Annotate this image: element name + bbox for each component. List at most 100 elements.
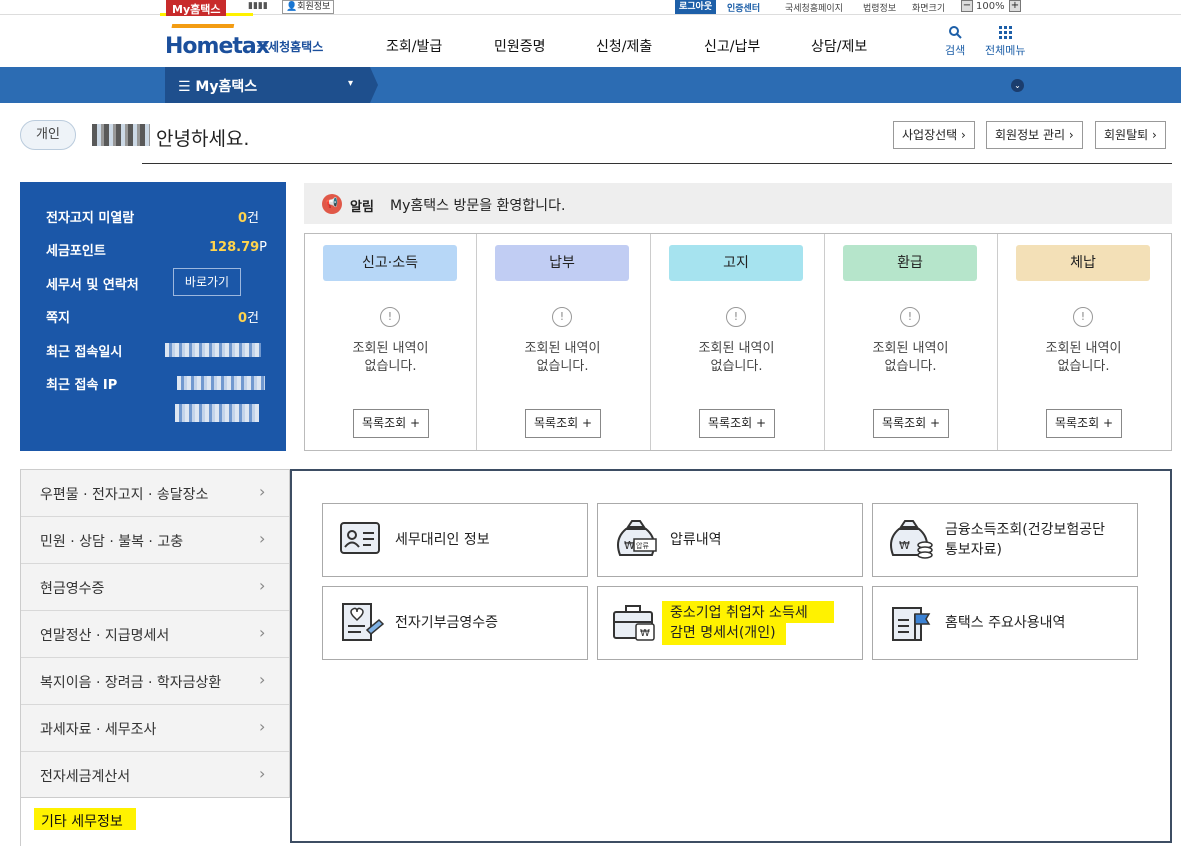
gnb-report-payment[interactable]: 신고/납부 [704, 36, 760, 56]
rules-link[interactable]: 법령정보 [863, 1, 896, 14]
menu-item-label: 연말정산 · 지급명세서 [40, 628, 170, 644]
gnb-certificate[interactable]: 민원증명 [494, 36, 546, 56]
card-label: 홈택스 주요사용내역 [945, 587, 1065, 659]
alert-message: My홈택스 방문을 환영합니다. [390, 198, 566, 214]
exclamation-icon: ! [552, 307, 572, 327]
tax-point-value[interactable]: 128.79P [209, 240, 267, 255]
nts-homepage-link[interactable]: 국세청홈페이지 [785, 1, 843, 14]
gnb-inquiry[interactable]: 조회/발급 [386, 36, 442, 56]
card-hometax-usage[interactable]: 홈택스 주요사용내역 [872, 586, 1138, 660]
menu-item-label: 현금영수증 [40, 581, 105, 597]
zoom-level: 100% [976, 1, 1005, 12]
logo-text-ko: 국세청홈택스 [257, 40, 324, 54]
money-bag-coins-icon: ₩ [890, 520, 933, 559]
menu-item-welfare[interactable]: 복지이음 · 장려금 · 학자금상환 › [21, 658, 289, 705]
left-menu: 우편물 · 전자고지 · 송달장소 › 민원 · 상담 · 불복 · 고충 › 현금… [20, 469, 290, 798]
chevron-right-icon: › [259, 764, 266, 783]
status-col-report-income: 신고·소득 ! 조회된 내역이 없습니다. 목록조회 + [305, 234, 477, 450]
member-info-link[interactable]: 👤회원정보 [282, 0, 335, 14]
logout-button[interactable]: 로그아웃 [675, 0, 717, 14]
navbar-menu-label[interactable]: ☰ My홈택스 [178, 76, 257, 96]
chevron-right-icon: › [259, 670, 266, 689]
empty-line-2: 없습니다. [1057, 359, 1110, 374]
empty-line-2: 없습니다. [884, 359, 937, 374]
hometax-logo[interactable]: Hometax 국세청홈택스 [165, 24, 325, 60]
masked-last-login [165, 343, 261, 357]
status-col-arrears: 체납 ! 조회된 내역이없습니다. 목록조회 + [998, 234, 1171, 450]
card-label-line1: 세무대리인 정보 [395, 532, 490, 548]
list-view-button[interactable]: 목록조회 + [1046, 409, 1122, 438]
donation-receipt-icon [342, 603, 385, 641]
card-tax-agent-info[interactable]: 세무대리인 정보 [322, 503, 588, 577]
card-donation-receipt[interactable]: 전자기부금영수증 [322, 586, 588, 660]
chevron-right-icon: › [259, 576, 266, 595]
memo-unit: 건 [247, 311, 260, 326]
zoom-out-button[interactable]: − [961, 0, 973, 12]
greeting-text: 안녕하세요. [156, 128, 250, 150]
empty-message: 조회된 내역이 없습니다. [651, 340, 822, 376]
last-ip-label: 최근 접속 IP [46, 378, 118, 393]
empty-line-1: 조회된 내역이 [1045, 341, 1122, 356]
list-view-button[interactable]: 목록조회 + [525, 409, 601, 438]
expand-circle-icon[interactable]: ⌄ [1011, 79, 1024, 92]
card-sme-tax-reduction[interactable]: ₩ 중소기업 취업자 소득세 감면 명세서(개인) [597, 586, 863, 660]
grid-menu-icon [999, 26, 1013, 39]
gnb-application[interactable]: 신청/제출 [596, 36, 652, 56]
navbar-arrow-shape [370, 67, 378, 103]
chevron-right-icon: › [259, 717, 266, 736]
dropdown-caret-icon[interactable]: ▾ [348, 78, 353, 89]
menu-item-cash-receipt[interactable]: 현금영수증 › [21, 564, 289, 611]
list-view-button[interactable]: 목록조회 + [873, 409, 949, 438]
tax-point-label: 세금포인트 [46, 244, 106, 259]
menu-item-e-invoice[interactable]: 전자세금계산서 › [21, 752, 289, 799]
my-hometax-tab[interactable]: My홈택스 [166, 0, 227, 17]
member-info-manage-button[interactable]: 회원정보 관리 › [986, 121, 1083, 149]
money-bag-seizure-icon: ₩ 압류 [617, 520, 657, 556]
list-view-button[interactable]: 목록조회 + [353, 409, 429, 438]
gnb-consult[interactable]: 상담/제보 [811, 36, 867, 56]
won-sign: ₩ [640, 628, 650, 639]
menu-item-civil-appeal[interactable]: 민원 · 상담 · 불복 · 고충 › [21, 517, 289, 564]
screen-size-label: 화면크기 [912, 4, 946, 14]
card-label-line1: 홈택스 주요사용내역 [945, 615, 1066, 631]
status-header[interactable]: 납부 [495, 245, 629, 281]
tax-office-goto-button[interactable]: 바로가기 [173, 268, 241, 296]
alert-bar: 📢 알림 My홈택스 방문을 환영합니다. [304, 183, 1172, 224]
withdraw-membership-button[interactable]: 회원탈퇴 › [1095, 121, 1166, 149]
menu-item-label: 과세자료 · 세무조사 [40, 722, 157, 738]
alert-title: 알림 [350, 200, 374, 215]
card-label: 중소기업 취업자 소득세 감면 명세서(개인) [670, 587, 808, 659]
menu-item-tax-data[interactable]: 과세자료 · 세무조사 › [21, 705, 289, 752]
chevron-right-icon: › [259, 482, 266, 501]
select-workplace-button[interactable]: 사업장선택 › [893, 121, 975, 149]
menu-item-label: 전자세금계산서 [40, 769, 131, 785]
empty-line-1: 조회된 내역이 [524, 341, 601, 356]
unread-notice-value[interactable]: 0건 [238, 207, 259, 226]
search-button[interactable]: 검색 [945, 25, 965, 58]
status-header[interactable]: 체납 [1016, 245, 1150, 281]
zoom-in-button[interactable]: + [1009, 0, 1021, 12]
unread-notice-unit: 건 [247, 211, 260, 226]
chevron-right-icon: › [259, 623, 266, 642]
all-menu-button[interactable]: 전체메뉴 [985, 25, 1025, 58]
memo-value[interactable]: 0건 [238, 307, 259, 326]
exclamation-icon: ! [1073, 307, 1093, 327]
my-hometax-navbar: ☰ My홈택스 ▾ ⌄ [0, 67, 1181, 103]
status-header[interactable]: 신고·소득 [323, 245, 457, 281]
card-label: 금융소득조회(건강보험공단 통보자료) [945, 504, 1105, 576]
card-label: 전자기부금영수증 [395, 587, 498, 659]
list-view-button[interactable]: 목록조회 + [699, 409, 775, 438]
status-col-notice: 고지 ! 조회된 내역이 없습니다. 목록조회 + [651, 234, 825, 450]
status-header[interactable]: 환급 [843, 245, 977, 281]
menu-item-mail-notice[interactable]: 우편물 · 전자고지 · 송달장소 › [21, 470, 289, 517]
empty-line-1: 조회된 내역이 [872, 341, 949, 356]
empty-line-2: 없습니다. [710, 359, 763, 374]
card-financial-income[interactable]: ₩ 금융소득조회(건강보험공단 통보자료) [872, 503, 1138, 577]
cert-center-link[interactable]: 인증센터 [727, 1, 760, 14]
menu-item-year-end[interactable]: 연말정산 · 지급명세서 › [21, 611, 289, 658]
id-card-icon [340, 522, 380, 554]
card-seizure-history[interactable]: ₩ 압류 압류내역 [597, 503, 863, 577]
document-flag-icon [892, 607, 931, 641]
status-header[interactable]: 고지 [669, 245, 803, 281]
menu-item-other-tax-info[interactable]: 기타 세무정보 [20, 798, 290, 846]
